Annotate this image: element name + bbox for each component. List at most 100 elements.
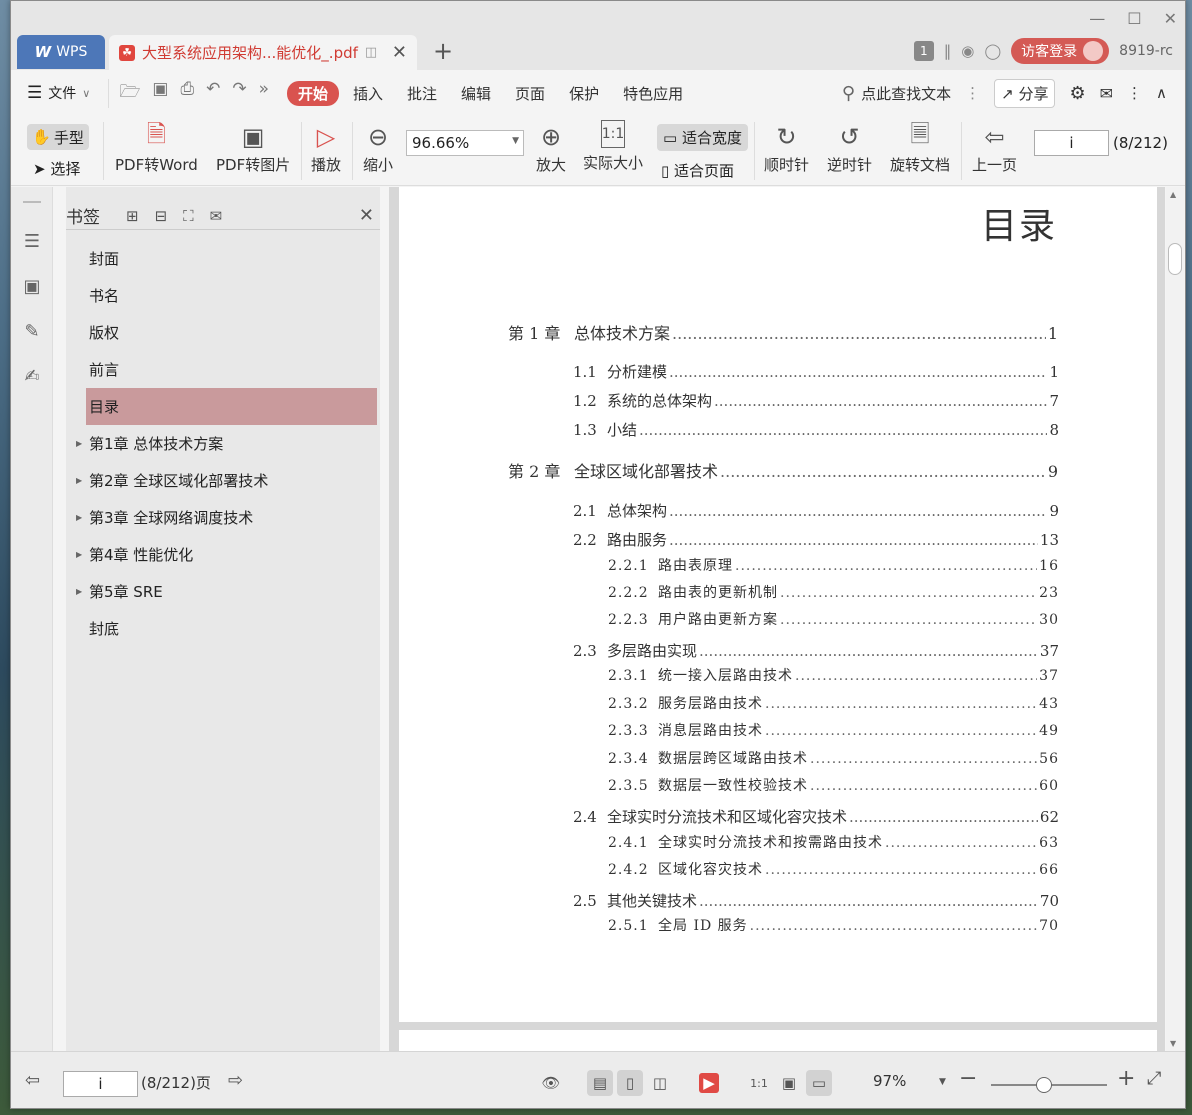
- toc-entry[interactable]: 2.2 路由服务.................................…: [573, 529, 1059, 550]
- redo-icon[interactable]: ↷: [232, 79, 246, 108]
- tab-wps-home[interactable]: W WPS: [17, 35, 105, 69]
- bars-icon[interactable]: ‖: [944, 42, 952, 60]
- toc-entry[interactable]: 第 1 章总体技术方案.............................…: [508, 320, 1058, 344]
- toc-entry[interactable]: 2.2.1 路由表原理..............................…: [608, 555, 1059, 575]
- toc-entry[interactable]: 2.3.5 数据层一致性校验技术.........................…: [608, 775, 1059, 795]
- maximize-icon[interactable]: ☐: [1127, 9, 1141, 28]
- prev-page-arrow-icon[interactable]: ⇦: [25, 1070, 40, 1091]
- close-panel-icon[interactable]: ✕: [359, 205, 374, 226]
- vertical-scrollbar[interactable]: ▲ ▼: [1166, 187, 1184, 1051]
- toc-entry[interactable]: 2.1 总体架构.................................…: [573, 500, 1059, 521]
- skin-icon[interactable]: ◉: [961, 42, 974, 60]
- close-icon[interactable]: ✕: [1164, 9, 1177, 28]
- expand-caret-icon[interactable]: ▶: [76, 513, 82, 522]
- zoom-in-status-icon[interactable]: +: [1117, 1066, 1135, 1091]
- toc-entry[interactable]: 2.4.1 全球实时分流技术和按需路由技术....................…: [608, 832, 1059, 852]
- previous-page-button[interactable]: ⇦ 上一页: [972, 120, 1017, 175]
- collapse-all-icon[interactable]: ⊟: [155, 207, 168, 225]
- bookmark-item[interactable]: 目录: [86, 388, 377, 425]
- zoom-select[interactable]: 96.66% ▼: [406, 130, 524, 156]
- search-text-button[interactable]: ⚲ 点此查找文本: [842, 83, 951, 104]
- shirt-icon[interactable]: ◯: [984, 42, 1001, 60]
- fullscreen-icon[interactable]: ⤢: [1147, 1068, 1161, 1089]
- bookmark-item[interactable]: ▶ 第4章 性能优化: [66, 536, 380, 573]
- bookmark-item[interactable]: ▶ 第3章 全球网络调度技术: [66, 499, 380, 536]
- bookmark-item[interactable]: 前言: [66, 351, 380, 388]
- kebab-icon[interactable]: ⋮: [965, 84, 980, 102]
- tab-edit[interactable]: 编辑: [461, 83, 491, 104]
- toc-entry[interactable]: 2.5.1 全局 ID 服务...........................…: [608, 915, 1059, 935]
- toc-entry[interactable]: 2.2.2 路由表的更新机制...........................…: [608, 582, 1059, 602]
- save-icon[interactable]: ▣: [152, 79, 168, 108]
- bookmark-item[interactable]: ▶ 第2章 全球区域化部署技术: [66, 462, 380, 499]
- select-tool-button[interactable]: ➤ 选择: [33, 158, 80, 179]
- thumbnail-image-icon[interactable]: ▣: [21, 276, 43, 298]
- toc-entry[interactable]: 1.2 系统的总体架构..............................…: [573, 390, 1059, 411]
- tab-annotate[interactable]: 批注: [407, 83, 437, 104]
- pdf-to-image-button[interactable]: ▣ PDF转图片: [216, 120, 290, 175]
- more-chevron-icon[interactable]: »: [259, 79, 269, 108]
- bookmark-item[interactable]: ▶ 第5章 SRE: [66, 573, 380, 610]
- annotation-pen-icon[interactable]: ✎: [21, 321, 43, 343]
- toc-entry[interactable]: 2.2.3 用户路由更新方案...........................…: [608, 609, 1059, 629]
- play-slideshow-icon[interactable]: ▶: [699, 1073, 719, 1093]
- two-page-view-icon[interactable]: ◫: [647, 1070, 673, 1096]
- rotate-clockwise-button[interactable]: ↻ 顺时针: [764, 120, 809, 175]
- fit-page-status-icon[interactable]: ▣: [776, 1070, 802, 1096]
- comment-icon[interactable]: ✉: [1100, 84, 1113, 103]
- expand-all-icon[interactable]: ⊞: [126, 207, 139, 225]
- zoom-slider[interactable]: [991, 1077, 1107, 1093]
- scroll-down-icon[interactable]: ▼: [1170, 1039, 1176, 1048]
- expand-caret-icon[interactable]: ▶: [76, 439, 82, 448]
- tab-insert[interactable]: 插入: [353, 83, 383, 104]
- toc-entry[interactable]: 2.4 全球实时分流技术和区域化容灾技术.....................…: [573, 806, 1059, 827]
- signature-icon[interactable]: ✍: [21, 366, 43, 388]
- fit-width-button[interactable]: ▭ 适合宽度: [657, 124, 748, 151]
- toc-entry[interactable]: 2.3 多层路由实现...............................…: [573, 640, 1059, 661]
- status-page-input[interactable]: i: [63, 1071, 138, 1097]
- collapse-ribbon-icon[interactable]: ∧: [1156, 84, 1167, 102]
- add-bookmark-icon[interactable]: ⛶: [183, 207, 194, 225]
- toc-entry[interactable]: 第 2 章全球区域化部署技术..........................…: [508, 458, 1058, 482]
- next-page-arrow-icon[interactable]: ⇨: [228, 1070, 243, 1091]
- bookmark-item[interactable]: ▶ 第1章 总体技术方案: [66, 425, 380, 462]
- bookmark-list-icon[interactable]: ☰: [21, 231, 43, 253]
- tab-start[interactable]: 开始: [286, 80, 339, 106]
- eye-protection-icon[interactable]: 👁: [538, 1070, 564, 1096]
- new-tab-icon[interactable]: +: [433, 37, 453, 65]
- undo-icon[interactable]: ↶: [206, 79, 220, 108]
- scroll-up-icon[interactable]: ▲: [1170, 190, 1176, 199]
- workspace-badge[interactable]: 1: [913, 41, 934, 61]
- zoom-dropdown-icon[interactable]: ▼: [939, 1077, 946, 1087]
- page-number-input[interactable]: i: [1034, 130, 1109, 156]
- fit-width-status-icon[interactable]: ▭: [806, 1070, 832, 1096]
- fit-page-button[interactable]: ▯ 适合页面: [661, 160, 734, 181]
- actual-size-button[interactable]: 1:1 实际大小: [583, 120, 643, 173]
- tab-special[interactable]: 特色应用: [623, 83, 683, 104]
- bookmark-item[interactable]: 版权: [66, 314, 380, 351]
- hand-tool-button[interactable]: ✋ 手型: [27, 124, 89, 150]
- play-button[interactable]: ▷ 播放: [311, 120, 341, 175]
- single-page-view-icon[interactable]: ▯: [617, 1070, 643, 1096]
- tab-page[interactable]: 页面: [515, 83, 545, 104]
- document-viewport[interactable]: 目录 第 1 章总体技术方案..........................…: [389, 187, 1165, 1051]
- zoom-slider-knob[interactable]: [1036, 1077, 1052, 1093]
- bookmark-options-icon[interactable]: ✉: [210, 207, 223, 225]
- guest-login-button[interactable]: 访客登录: [1011, 38, 1110, 64]
- minimize-icon[interactable]: —: [1089, 9, 1105, 28]
- rotate-counterclockwise-button[interactable]: ↺ 逆时针: [827, 120, 872, 175]
- monitor-icon[interactable]: ◫: [365, 45, 377, 60]
- toc-entry[interactable]: 1.3 小结...................................…: [573, 419, 1059, 440]
- zoom-out-status-icon[interactable]: −: [959, 1066, 977, 1091]
- toc-entry[interactable]: 2.3.1 统一接入层路由技术..........................…: [608, 665, 1059, 685]
- bookmark-item[interactable]: 封底: [66, 610, 380, 647]
- toc-entry[interactable]: 2.4.2 区域化容灾技术............................…: [608, 859, 1059, 879]
- share-button[interactable]: ↗ 分享: [994, 78, 1056, 108]
- open-folder-icon[interactable]: 🗁: [119, 79, 140, 108]
- tab-protect[interactable]: 保护: [569, 83, 599, 104]
- toc-entry[interactable]: 2.3.2 服务层路由技术............................…: [608, 693, 1059, 713]
- scrollbar-thumb[interactable]: [1168, 243, 1182, 275]
- expand-caret-icon[interactable]: ▶: [76, 476, 82, 485]
- expand-caret-icon[interactable]: ▶: [76, 550, 82, 559]
- toc-entry[interactable]: 1.1 分析建模.................................…: [573, 361, 1059, 382]
